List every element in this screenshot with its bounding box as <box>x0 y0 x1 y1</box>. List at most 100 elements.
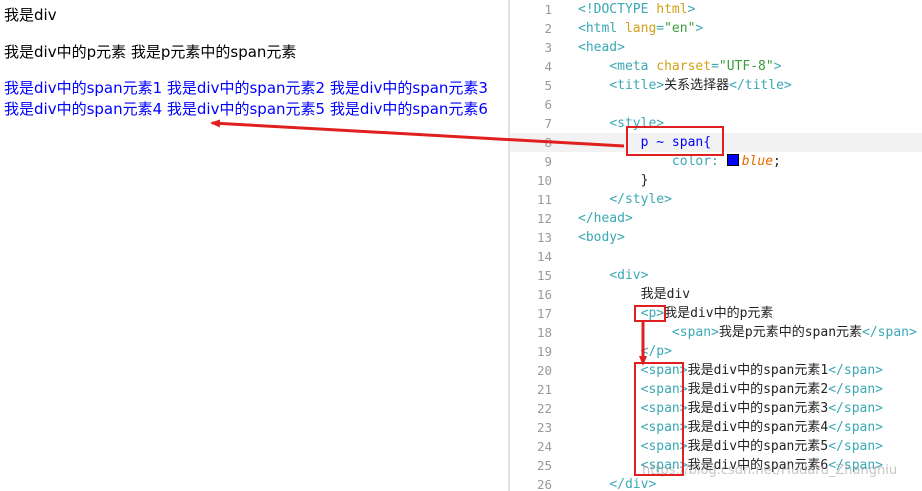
code-token: <body> <box>578 230 625 245</box>
code-token: 我是div中的span元素2 <box>687 382 829 397</box>
code-line-5[interactable]: 5 <title>关系选择器</title> <box>510 76 922 95</box>
code-line-3[interactable]: 3 <head> <box>510 38 922 57</box>
line-number: 2 <box>544 21 552 36</box>
highlight-selector-box <box>626 126 724 156</box>
code-line-15[interactable]: 15 <div> <box>510 266 922 285</box>
line-number: 4 <box>544 59 552 74</box>
code-token: </span> <box>828 382 884 397</box>
code-token: ; <box>773 154 781 169</box>
code-text: </p> <box>578 342 672 361</box>
code-token: = <box>656 21 665 36</box>
highlight-p-tag-box <box>634 305 666 322</box>
code-token: </title> <box>729 78 792 93</box>
code-text: </head> <box>578 209 633 228</box>
code-token: <title> <box>609 78 665 93</box>
code-line-17[interactable]: 17 <p>我是div中的p元素 <box>510 304 922 323</box>
code-token: > <box>773 59 782 74</box>
code-text: <body> <box>578 228 625 247</box>
code-token: 我是div中的p元素 <box>664 306 774 321</box>
code-token: </span> <box>828 439 884 454</box>
code-editor-pane[interactable]: 1 <!DOCTYPE html> 2 <html lang="en"> 3 <head>… <box>510 0 922 491</box>
code-line-14[interactable]: 14 <box>510 247 922 266</box>
code-text: <span>我是p元素中的span元素</span> <box>578 323 917 342</box>
code-token: </span> <box>828 401 884 416</box>
code-token: <meta <box>609 59 657 74</box>
line-number: 19 <box>536 344 552 359</box>
line-number: 6 <box>544 97 552 112</box>
code-text: </style> <box>578 190 672 209</box>
line-number: 26 <box>536 477 552 491</box>
code-line-19[interactable]: 19 </p> <box>510 342 922 361</box>
code-line-23[interactable]: 23 <span>我是div中的span元素4</span> <box>510 418 922 437</box>
code-line-12[interactable]: 12 </head> <box>510 209 922 228</box>
line-number: 21 <box>536 382 552 397</box>
code-token: "UTF-8" <box>718 59 774 74</box>
line-number: 8 <box>544 135 552 150</box>
browser-preview-pane: 我是div 我是div中的p元素 我是p元素中的span元素 我是div中的sp… <box>0 0 508 491</box>
code-token: <!DOCTYPE <box>578 2 657 17</box>
line-number: 14 <box>536 249 552 264</box>
code-token: <div> <box>609 268 649 283</box>
code-text: <span>我是div中的span元素5</span> <box>578 437 883 456</box>
line-number: 15 <box>536 268 552 283</box>
code-line-16[interactable]: 16 我是div <box>510 285 922 304</box>
line-number: 24 <box>536 439 552 454</box>
code-token: blue <box>741 154 774 169</box>
code-token: 我是div中的span元素4 <box>687 420 829 435</box>
code-line-18[interactable]: 18 <span>我是p元素中的span元素</span> <box>510 323 922 342</box>
code-token: 关系选择器 <box>664 78 730 93</box>
code-token: "en" <box>664 21 696 36</box>
code-line-21[interactable]: 21 <span>我是div中的span元素2</span> <box>510 380 922 399</box>
code-line-2[interactable]: 2 <html lang="en"> <box>510 19 922 38</box>
code-token: color: <box>671 154 727 169</box>
code-line-11[interactable]: 11 </style> <box>510 190 922 209</box>
code-token: </div> <box>609 477 657 491</box>
code-token: </p> <box>640 344 672 359</box>
code-text: <title>关系选择器</title> <box>578 76 792 95</box>
code-token: <head> <box>578 40 625 55</box>
code-text: <head> <box>578 38 625 57</box>
code-text: <div> <box>578 266 648 285</box>
code-line-24[interactable]: 24 <span>我是div中的span元素5</span> <box>510 437 922 456</box>
code-line-6[interactable]: 6 <box>510 95 922 114</box>
preview-blue-spans: 我是div中的span元素1 我是div中的span元素2 我是div中的spa… <box>4 79 488 118</box>
code-token: </span> <box>828 420 884 435</box>
code-text: 我是div <box>578 285 690 304</box>
line-number: 5 <box>544 78 552 93</box>
code-text: <span>我是div中的span元素4</span> <box>578 418 883 437</box>
code-token: </head> <box>578 211 633 226</box>
line-number: 25 <box>536 458 552 473</box>
code-token: charset <box>656 59 712 74</box>
code-line-10[interactable]: 10 } <box>510 171 922 190</box>
code-text: <span>我是div中的span元素3</span> <box>578 399 883 418</box>
code-token: 我是div中的span元素3 <box>687 401 829 416</box>
code-line-22[interactable]: 22 <span>我是div中的span元素3</span> <box>510 399 922 418</box>
code-token: 我是p元素中的span元素 <box>718 325 863 340</box>
code-line-20[interactable]: 20 <span>我是div中的span元素1</span> <box>510 361 922 380</box>
code-token: 我是div中的span元素5 <box>687 439 829 454</box>
preview-div-text: 我是div <box>4 6 57 24</box>
code-line-1[interactable]: 1 <!DOCTYPE html> <box>510 0 922 19</box>
code-token: html <box>656 2 688 17</box>
code-token: 我是div <box>578 287 691 302</box>
line-number: 3 <box>544 40 552 55</box>
code-text: <span>我是div中的span元素1</span> <box>578 361 883 380</box>
code-token: 我是div中的span元素1 <box>687 363 829 378</box>
code-line-13[interactable]: 13 <body> <box>510 228 922 247</box>
code-text: <meta charset="UTF-8"> <box>578 57 782 76</box>
code-line-4[interactable]: 4 <meta charset="UTF-8"> <box>510 57 922 76</box>
